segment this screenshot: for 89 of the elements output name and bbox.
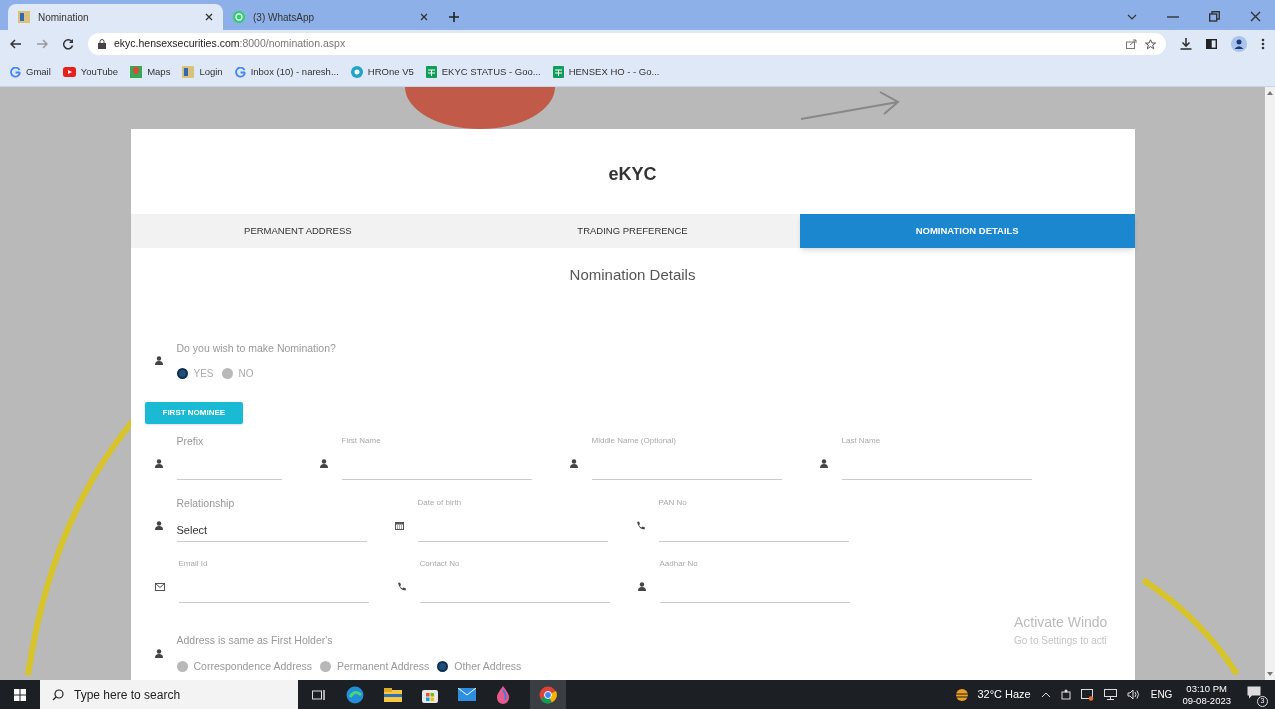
screen-capture-icon[interactable] <box>1080 688 1094 701</box>
person-icon <box>154 459 163 468</box>
field-label: Contact No <box>419 557 461 570</box>
new-tab-icon[interactable] <box>448 11 460 23</box>
map-pin-icon <box>130 66 143 78</box>
share-icon[interactable] <box>1126 39 1137 49</box>
bookmark[interactable]: YouTube <box>62 64 119 80</box>
site-favicon-icon <box>18 11 30 23</box>
language-indicator[interactable]: ENG <box>1150 687 1173 702</box>
close-icon[interactable] <box>420 13 428 21</box>
field-label: Prefix <box>176 434 205 450</box>
windows-logo-icon[interactable] <box>14 688 26 701</box>
notification-icon[interactable] <box>1247 685 1261 699</box>
field-label: First Name <box>341 435 382 447</box>
task-view-icon[interactable] <box>312 688 326 701</box>
play-icon <box>62 67 76 77</box>
weather-widget[interactable]: 32°C Haze <box>953 686 1031 703</box>
bookmark[interactable]: Login <box>182 64 223 80</box>
search-icon <box>52 688 64 701</box>
field-label: PAN No <box>658 496 688 509</box>
clock-time[interactable]: 03:10 PM <box>1186 682 1228 695</box>
restore-icon[interactable] <box>1209 11 1220 22</box>
input-field[interactable]: Select <box>176 519 367 542</box>
star-icon[interactable] <box>1145 38 1156 50</box>
side-panel-icon[interactable] <box>1206 39 1217 49</box>
question-label: Do you wish to make Nomination? <box>176 340 336 356</box>
scroll-down-icon <box>1267 672 1273 676</box>
field-label: Aadhar No <box>659 557 699 570</box>
g-letter-icon <box>10 66 21 78</box>
phone-icon <box>396 581 406 591</box>
browser-tab[interactable]: Nomination <box>8 4 223 30</box>
field-label: Last Name <box>841 435 882 447</box>
close-icon[interactable] <box>205 13 213 21</box>
bookmark[interactable]: EKYC STATUS - Goo... <box>425 64 541 80</box>
network-icon[interactable] <box>1103 689 1117 700</box>
back-arrow-icon[interactable] <box>10 39 22 49</box>
spreadsheet-icon <box>552 66 564 78</box>
droplet-icon[interactable] <box>496 685 510 704</box>
field-label: Middle Name (Optional) <box>591 435 677 447</box>
minimize-icon[interactable] <box>1167 15 1179 18</box>
menu-icon[interactable] <box>1261 38 1265 50</box>
bookmark[interactable]: Inbox (10) - naresh... <box>234 64 339 80</box>
person-icon <box>154 520 163 530</box>
phone-icon <box>635 520 645 530</box>
person-icon <box>154 649 163 658</box>
close-icon[interactable] <box>1250 11 1261 22</box>
reload-icon[interactable] <box>62 38 74 50</box>
spreadsheet-icon <box>425 66 437 78</box>
person-icon <box>637 581 646 591</box>
section-title: Nomination Details <box>568 265 697 285</box>
activation-title: Activate Windo <box>1014 613 1108 632</box>
speaker-icon[interactable] <box>1126 689 1141 700</box>
form-title: eKYC <box>607 163 658 186</box>
folder-icon[interactable] <box>384 687 402 702</box>
bookmark[interactable]: Maps <box>130 64 171 80</box>
bookmark[interactable]: HROne V5 <box>350 64 414 80</box>
person-icon <box>319 459 328 468</box>
taskbar-search-field[interactable]: Type here to search <box>40 680 298 709</box>
download-icon[interactable] <box>1180 38 1192 50</box>
tab-title: (3) WhatsApp <box>253 10 316 25</box>
field-label: Email Id <box>178 557 209 570</box>
chrome-logo-icon[interactable] <box>539 685 557 704</box>
g-letter-icon <box>234 66 246 78</box>
lock-icon <box>98 39 106 49</box>
avatar-icon[interactable] <box>1231 36 1247 52</box>
clock-date[interactable]: 09-08-2023 <box>1182 694 1231 707</box>
bookmark[interactable]: Gmail <box>10 64 51 80</box>
scroll-up-icon <box>1267 91 1273 95</box>
url-text: ekyc.hensexsecurities.com:8000/nomination.aspx <box>114 36 347 52</box>
person-icon <box>154 356 163 366</box>
person-icon <box>569 459 578 468</box>
chevron-up-icon[interactable] <box>1040 691 1051 698</box>
scrollbar[interactable] <box>1265 87 1275 680</box>
person-icon <box>819 459 828 468</box>
step-tab[interactable]: NOMINATION DETAILS <box>799 214 1135 248</box>
tab-title: Nomination <box>38 10 90 25</box>
calendar-icon <box>394 520 404 530</box>
browser-swirl-icon[interactable] <box>346 685 364 704</box>
envelope-icon[interactable] <box>458 688 476 701</box>
mail-icon <box>154 582 165 591</box>
chat-bubble-icon <box>233 11 245 23</box>
field-label: Relationship <box>176 496 236 511</box>
question-label: Address is same as First Holder's <box>176 632 334 648</box>
chevron-down-icon[interactable] <box>1127 13 1137 20</box>
bookmark[interactable]: HENSEX HO - - Go... <box>552 64 660 80</box>
site-favicon-icon <box>182 66 195 78</box>
address-bar[interactable]: ekyc.hensexsecurities.com:8000/nomination.aspx <box>88 33 1166 55</box>
field-label: Date of birth <box>417 496 463 509</box>
swirl-icon <box>350 66 363 78</box>
